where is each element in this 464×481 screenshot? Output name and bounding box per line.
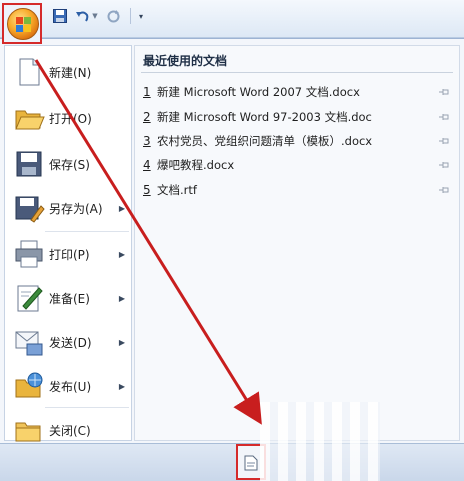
recent-file-number: 2: [143, 110, 151, 124]
recent-file-name: 爆吧教程.docx: [157, 158, 235, 172]
recent-file-name: 新建 Microsoft Word 2007 文档.docx: [157, 85, 360, 99]
menu-commands: 新建(N) 打开(O) 保存(S) 另存为(A) ▶ 打印(P) ▶ 准备(E)…: [4, 45, 132, 442]
menu-item-print[interactable]: 打印(P) ▶: [5, 232, 131, 276]
recent-file-name: 新建 Microsoft Word 97-2003 文档.doc: [157, 110, 372, 124]
undo-icon[interactable]: [74, 7, 90, 25]
status-bar: [0, 443, 464, 481]
submenu-arrow-icon: ▶: [118, 293, 125, 303]
pin-icon[interactable]: [437, 134, 451, 148]
new-document-icon: [19, 58, 40, 86]
menu-item-label: 关闭(C): [49, 423, 91, 438]
recent-file-name: 文档.rtf: [157, 183, 197, 197]
recent-file-item[interactable]: 1 新建 Microsoft Word 2007 文档.docx: [143, 81, 453, 103]
printer-icon: [15, 240, 43, 268]
pin-icon[interactable]: [437, 183, 451, 197]
close-folder-icon: [15, 422, 41, 442]
menu-item-label: 发送(D): [49, 335, 92, 350]
save-icon: [16, 151, 42, 177]
menu-item-label: 保存(S): [49, 157, 90, 172]
send-icon: [15, 331, 43, 356]
prepare-icon: [17, 285, 43, 312]
menu-item-prepare[interactable]: 准备(E) ▶: [5, 276, 131, 320]
menu-item-label: 打开(O): [49, 111, 92, 126]
save-as-icon: [15, 196, 45, 223]
customize-qat-icon[interactable]: ▾: [136, 7, 146, 25]
menu-item-send[interactable]: 发送(D) ▶: [5, 320, 131, 364]
office-menu: 新建(N) 打开(O) 保存(S) 另存为(A) ▶ 打印(P) ▶ 准备(E)…: [0, 38, 464, 443]
office-orb-icon: [7, 8, 39, 40]
recent-file-name: 农村党员、党组织问题清单（模板）.docx: [157, 134, 373, 148]
recent-file-item[interactable]: 3 农村党员、党组织问题清单（模板）.docx: [143, 130, 453, 152]
redo-icon[interactable]: [104, 7, 122, 25]
submenu-arrow-icon: ▶: [118, 203, 125, 213]
recent-file-item[interactable]: 2 新建 Microsoft Word 97-2003 文档.doc: [143, 106, 453, 128]
submenu-arrow-icon: ▶: [118, 337, 125, 347]
menu-item-label: 发布(U): [49, 379, 92, 394]
menu-item-label: 打印(P): [49, 247, 90, 262]
quick-access-toolbar: ▼ ▾: [0, 0, 464, 38]
submenu-arrow-icon: ▶: [118, 381, 125, 391]
menu-item-new[interactable]: 新建(N): [5, 50, 131, 94]
pin-icon[interactable]: [437, 158, 451, 172]
recent-documents-panel: 最近使用的文档 1 新建 Microsoft Word 2007 文档.docx…: [134, 45, 460, 441]
publish-icon: [15, 372, 43, 398]
menu-item-open[interactable]: 打开(O): [5, 96, 131, 140]
menu-item-label: 准备(E): [49, 291, 90, 306]
divider: [141, 72, 453, 73]
recent-file-number: 1: [143, 85, 151, 99]
recent-file-item[interactable]: 5 文档.rtf: [143, 179, 453, 201]
save-icon[interactable]: [52, 7, 68, 25]
office-button[interactable]: [2, 3, 42, 44]
submenu-arrow-icon: ▶: [118, 249, 125, 259]
document-view-icon: [244, 455, 258, 471]
menu-item-label: 新建(N): [49, 65, 92, 80]
recent-file-number: 5: [143, 183, 151, 197]
menu-item-publish[interactable]: 发布(U) ▶: [5, 364, 131, 408]
watermark: [260, 402, 380, 481]
pin-icon[interactable]: [437, 110, 451, 124]
pin-icon[interactable]: [437, 85, 451, 99]
recent-file-number: 4: [143, 158, 151, 172]
recent-documents-title: 最近使用的文档: [143, 54, 228, 68]
recent-file-item[interactable]: 4 爆吧教程.docx: [143, 154, 453, 176]
undo-dropdown-icon[interactable]: ▼: [91, 7, 99, 25]
menu-item-save[interactable]: 保存(S): [5, 142, 131, 186]
qat-separator: [130, 8, 131, 24]
menu-item-save-as[interactable]: 另存为(A) ▶: [5, 186, 131, 230]
open-folder-icon: [15, 110, 45, 130]
menu-item-label: 另存为(A): [49, 201, 103, 216]
recent-file-number: 3: [143, 134, 151, 148]
